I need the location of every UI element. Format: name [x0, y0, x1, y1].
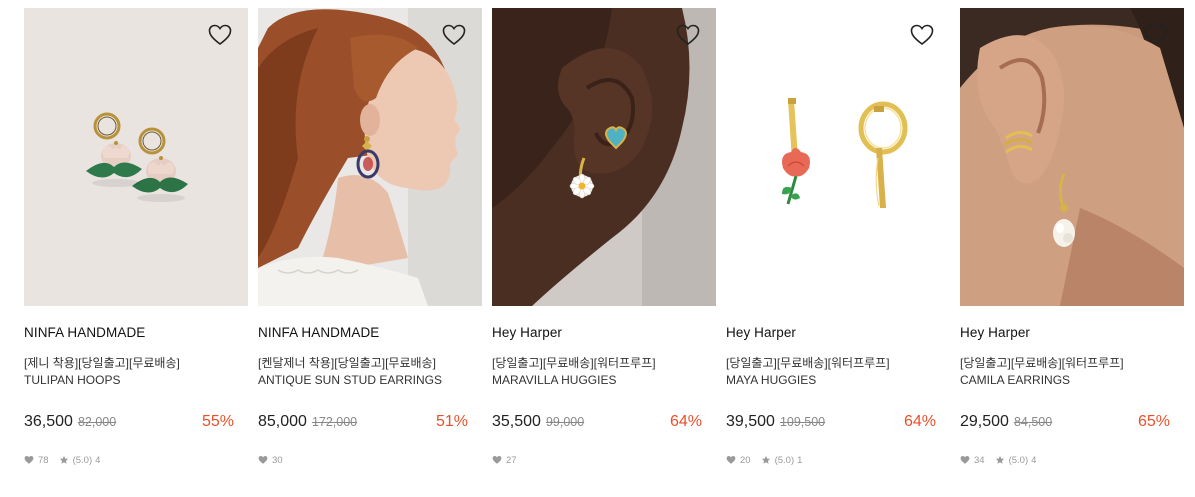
- product-meta: 34 (5.0) 4: [960, 454, 1184, 466]
- original-price: 109,500: [779, 415, 826, 429]
- product-image[interactable]: [24, 8, 248, 306]
- wishlist-heart-icon[interactable]: [208, 24, 232, 46]
- product-tags: [제니 착용][당일출고][무료배송]: [24, 356, 180, 370]
- product-card[interactable]: Hey Harper [당일출고][무료배송][워터프루프] MAYA HUGG…: [726, 8, 950, 466]
- price-row: 85,000 172,000 51%: [258, 413, 482, 433]
- heart-filled-icon: [24, 456, 34, 464]
- price-row: 39,500 109,500 64%: [726, 413, 950, 433]
- product-name[interactable]: MARAVILLA HUGGIES: [492, 373, 716, 388]
- rose-huggie-earrings-image: [726, 8, 950, 306]
- product-card[interactable]: NINFA HANDMADE [켄달제너 착용][당일출고][무료배송] ANT…: [258, 8, 482, 466]
- discount-rate: 64%: [903, 413, 936, 430]
- heart-filled-icon: [258, 456, 268, 464]
- likes-count: 20: [740, 454, 751, 466]
- sale-price: 36,500: [24, 413, 73, 430]
- product-meta: 27: [492, 454, 716, 466]
- likes-count: 30: [272, 454, 283, 466]
- star-icon: [59, 455, 68, 464]
- heart-filled-icon: [960, 456, 970, 464]
- heart-filled-icon: [726, 456, 736, 464]
- product-image[interactable]: [258, 8, 482, 306]
- product-card[interactable]: Hey Harper [당일출고][무료배송][워터프루프] MARAVILLA…: [492, 8, 716, 466]
- star-icon: [995, 455, 1004, 464]
- product-card[interactable]: NINFA HANDMADE [제니 착용][당일출고][무료배송] TULIP…: [24, 8, 248, 466]
- product-meta: 20 (5.0) 1: [726, 454, 950, 466]
- wishlist-heart-icon[interactable]: [910, 24, 934, 46]
- discount-rate: 55%: [201, 413, 234, 430]
- price-row: 35,500 99,000 64%: [492, 413, 716, 433]
- sale-price: 35,500: [492, 413, 541, 430]
- rating-score: (5.0): [1008, 454, 1029, 466]
- original-price: 82,000: [77, 415, 117, 429]
- product-card[interactable]: Hey Harper [당일출고][무료배송][워터프루프] CAMILA EA…: [960, 8, 1184, 466]
- product-tags: [당일출고][무료배송][워터프루프]: [960, 356, 1124, 370]
- daisy-huggie-earring-image: [492, 8, 716, 306]
- product-brand[interactable]: Hey Harper: [492, 325, 716, 341]
- product-brand[interactable]: Hey Harper: [960, 325, 1184, 341]
- likes-count: 78: [38, 454, 49, 466]
- original-price: 172,000: [311, 415, 358, 429]
- rating-score: (5.0): [72, 454, 93, 466]
- sale-price: 39,500: [726, 413, 775, 430]
- product-image[interactable]: [726, 8, 950, 306]
- heart-filled-icon: [492, 456, 502, 464]
- product-brand[interactable]: Hey Harper: [726, 325, 950, 341]
- discount-rate: 51%: [435, 413, 468, 430]
- review-count: 4: [95, 454, 101, 466]
- original-price: 99,000: [545, 415, 585, 429]
- product-name[interactable]: MAYA HUGGIES: [726, 373, 950, 388]
- wishlist-heart-icon[interactable]: [442, 24, 466, 46]
- product-meta: 30: [258, 454, 482, 466]
- likes-count: 34: [974, 454, 985, 466]
- product-name[interactable]: ANTIQUE SUN STUD EARRINGS: [258, 373, 482, 388]
- product-image[interactable]: [960, 8, 1184, 306]
- discount-rate: 64%: [669, 413, 702, 430]
- review-count: 4: [1031, 454, 1037, 466]
- tulip-hoop-earrings-image: [24, 8, 248, 306]
- product-name[interactable]: TULIPAN HOOPS: [24, 373, 248, 388]
- pearl-drop-earring-image: [960, 8, 1184, 306]
- product-meta: 78 (5.0) 4: [24, 454, 248, 466]
- price-row: 36,500 82,000 55%: [24, 413, 248, 433]
- sale-price: 85,000: [258, 413, 307, 430]
- original-price: 84,500: [1013, 415, 1053, 429]
- model-sun-earrings-image: [258, 8, 482, 306]
- likes-count: 27: [506, 454, 517, 466]
- price-row: 29,500 84,500 65%: [960, 413, 1184, 433]
- product-tags: [당일출고][무료배송][워터프루프]: [726, 356, 890, 370]
- product-tags: [켄달제너 착용][당일출고][무료배송]: [258, 356, 436, 370]
- wishlist-heart-icon[interactable]: [1144, 24, 1168, 46]
- product-brand[interactable]: NINFA HANDMADE: [258, 325, 482, 341]
- product-brand[interactable]: NINFA HANDMADE: [24, 325, 248, 341]
- rating-score: (5.0): [774, 454, 795, 466]
- sale-price: 29,500: [960, 413, 1009, 430]
- product-tags: [당일출고][무료배송][워터프루프]: [492, 356, 656, 370]
- star-icon: [761, 455, 770, 464]
- product-name[interactable]: CAMILA EARRINGS: [960, 373, 1184, 388]
- product-grid: NINFA HANDMADE [제니 착용][당일출고][무료배송] TULIP…: [24, 8, 1184, 466]
- review-count: 1: [797, 454, 803, 466]
- product-image[interactable]: [492, 8, 716, 306]
- discount-rate: 65%: [1137, 413, 1170, 430]
- wishlist-heart-icon[interactable]: [676, 24, 700, 46]
